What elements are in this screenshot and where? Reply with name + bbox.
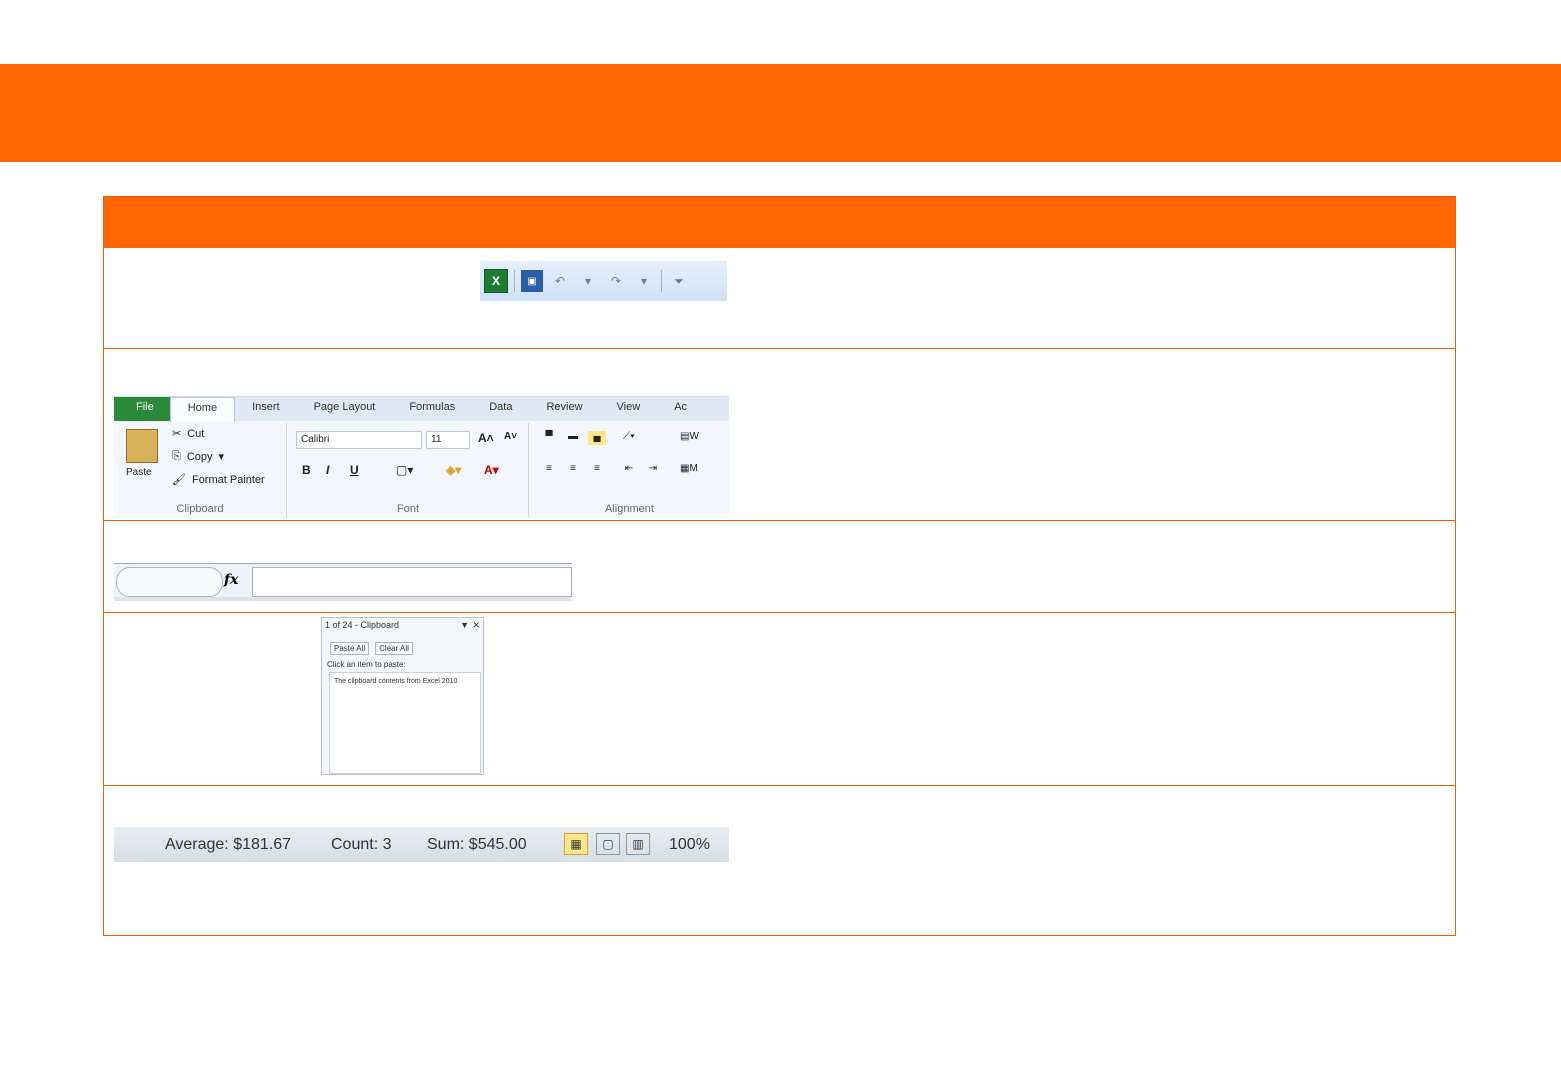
paste-button[interactable]: Paste	[126, 467, 152, 478]
wrap-text-button[interactable]: ▤W	[680, 431, 720, 445]
clipboard-task-pane: 1 of 24 - Clipboard ▼ ✕ Paste All Clear …	[321, 617, 484, 775]
undo-icon[interactable]: ↶	[549, 270, 571, 292]
redo-dropdown-icon[interactable]: ▾	[633, 270, 655, 292]
clipboard-hint: Click an item to paste:	[327, 660, 406, 669]
increase-indent-icon[interactable]: ⇥	[644, 463, 662, 477]
formula-input[interactable]	[252, 567, 572, 597]
merge-label: M	[689, 463, 698, 474]
align-right-icon[interactable]: ≡	[588, 463, 606, 477]
tab-file[interactable]: File	[114, 397, 170, 421]
copy-button[interactable]: ⎘ Copy ▾	[172, 450, 224, 463]
row-separator	[104, 348, 1455, 349]
copy-label: Copy	[186, 450, 213, 463]
fill-color-icon[interactable]: ◈▾	[446, 463, 461, 477]
chevron-down-icon[interactable]: ▼	[460, 620, 469, 630]
excel-icon[interactable]: X	[484, 269, 508, 293]
bottom-align-icon[interactable]: ▄	[588, 431, 606, 445]
tab-add-ins[interactable]: Ac	[657, 397, 704, 421]
row-separator	[104, 785, 1455, 786]
font-color-icon[interactable]: A▾	[484, 463, 499, 477]
top-align-icon[interactable]: ▀	[540, 431, 558, 445]
row-separator	[104, 612, 1455, 613]
alignment-group: ▀ ▬ ▄ ⟋▾ ≡ ≡ ≡ ⇤ ⇥ ▤W ▦M Alignment	[530, 423, 729, 517]
redo-icon[interactable]: ↷	[605, 270, 627, 292]
fx-icon[interactable]: fx	[224, 572, 238, 588]
clipboard-item[interactable]: The clipboard contents from Excel 2010	[334, 677, 458, 687]
customize-qat-icon[interactable]: ⏷	[668, 270, 690, 292]
shrink-font-icon[interactable]: A˅	[504, 431, 517, 442]
merge-button[interactable]: ▦M	[680, 463, 720, 477]
close-icon[interactable]: ✕	[472, 620, 480, 631]
underline-button[interactable]: U	[350, 463, 359, 477]
decrease-indent-icon[interactable]: ⇤	[620, 463, 638, 477]
clipboard-item-list: The clipboard contents from Excel 2010	[329, 672, 481, 774]
format-painter-label: Format Painter	[191, 473, 265, 486]
align-center-icon[interactable]: ≡	[564, 463, 582, 477]
page-break-view-icon[interactable]: ▥	[626, 833, 650, 855]
font-group: Calibri 11 A˄ A˅ B I U ▢▾ ◈▾ A▾ Font	[288, 423, 529, 517]
grow-font-icon[interactable]: A˄	[478, 431, 494, 445]
status-count: Count: 3	[331, 836, 392, 853]
brush-icon: 🖌	[172, 474, 186, 486]
orientation-icon[interactable]: ⟋▾	[620, 431, 638, 445]
clipboard-pane-title: 1 of 24 - Clipboard	[325, 620, 400, 630]
paste-icon[interactable]	[126, 429, 158, 463]
undo-dropdown-icon[interactable]: ▾	[577, 270, 599, 292]
toolbar-separator	[661, 270, 662, 292]
status-bar: Average: $181.67 Count: 3 Sum: $545.00 ▦…	[114, 827, 729, 862]
tab-view[interactable]: View	[600, 397, 658, 421]
formula-bar: fx	[114, 563, 572, 601]
bold-button[interactable]: B	[302, 463, 311, 477]
cut-label: Cut	[187, 427, 205, 440]
normal-view-icon[interactable]: ▦	[564, 833, 588, 855]
wrap-text-label: W	[689, 431, 699, 442]
tab-insert[interactable]: Insert	[235, 397, 297, 421]
borders-icon[interactable]: ▢▾	[396, 463, 413, 477]
status-sum: Sum: $545.00	[427, 836, 527, 853]
clear-all-button[interactable]: Clear All	[375, 642, 413, 655]
align-left-icon[interactable]: ≡	[540, 463, 558, 477]
tab-review[interactable]: Review	[529, 397, 599, 421]
name-box[interactable]	[116, 567, 223, 597]
zoom-level[interactable]: 100%	[669, 836, 710, 854]
paste-all-button[interactable]: Paste All	[330, 642, 370, 655]
ribbon: File Home Insert Page Layout Formulas Da…	[114, 396, 729, 518]
font-size-select[interactable]: 11	[426, 431, 470, 449]
group-label-font: Font	[396, 503, 419, 515]
cut-button[interactable]: ✂ Cut	[172, 427, 205, 441]
group-label-alignment: Alignment	[605, 503, 654, 515]
middle-align-icon[interactable]: ▬	[564, 431, 582, 445]
status-average: Average: $181.67	[165, 836, 292, 853]
scissors-icon: ✂	[172, 428, 182, 440]
table-header	[104, 197, 1455, 248]
italic-button[interactable]: I	[326, 463, 329, 477]
content-table: X ▣ ↶ ▾ ↷ ▾ ⏷ File Home Insert Page Layo…	[103, 196, 1456, 936]
font-name-select[interactable]: Calibri	[296, 431, 422, 449]
ribbon-tabs: File Home Insert Page Layout Formulas Da…	[114, 397, 729, 422]
tab-page-layout[interactable]: Page Layout	[297, 397, 393, 421]
toolbar-separator	[514, 270, 515, 292]
copy-icon: ⎘	[172, 450, 181, 462]
group-label-clipboard: Clipboard	[176, 503, 224, 515]
top-banner	[0, 64, 1561, 162]
tab-data[interactable]: Data	[472, 397, 529, 421]
row-separator	[104, 520, 1455, 521]
column-header-strip	[114, 597, 572, 601]
chevron-down-icon: ▾	[218, 451, 225, 463]
tab-formulas[interactable]: Formulas	[392, 397, 472, 421]
tab-home[interactable]: Home	[169, 397, 236, 422]
clipboard-pane-buttons: Paste All Clear All	[330, 642, 413, 655]
format-painter-button[interactable]: 🖌 Format Painter	[172, 473, 265, 487]
quick-access-toolbar: X ▣ ↶ ▾ ↷ ▾ ⏷	[480, 261, 727, 301]
clipboard-group: Paste ✂ Cut ⎘ Copy ▾ 🖌 Format Painter Cl…	[114, 423, 287, 517]
page-layout-view-icon[interactable]: ▢	[596, 833, 620, 855]
save-icon[interactable]: ▣	[521, 270, 543, 292]
